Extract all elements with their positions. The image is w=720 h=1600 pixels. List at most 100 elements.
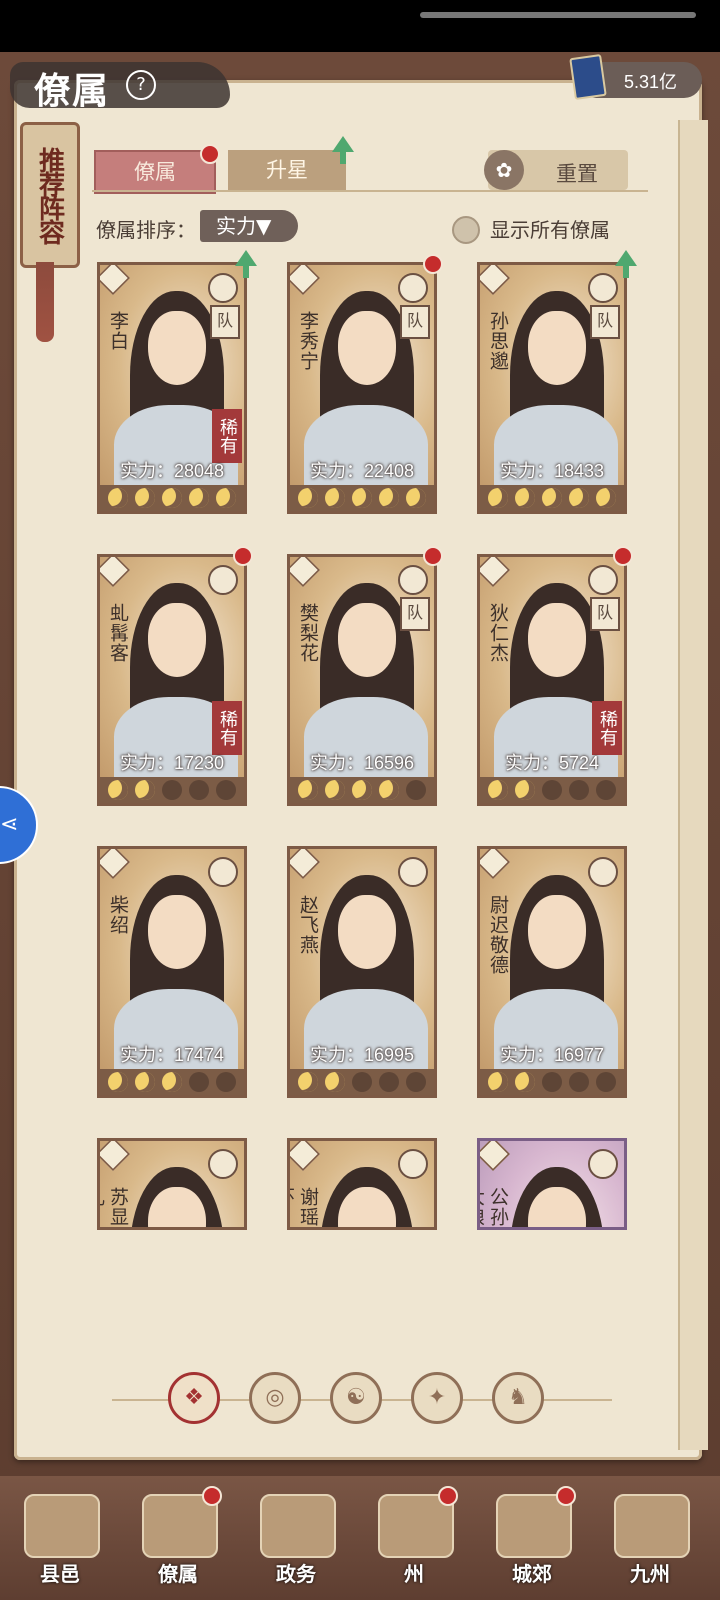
portrait-face [338,311,396,385]
staff-card[interactable]: 狄仁杰 队 稀有 实力：5724 [477,554,627,806]
staff-card[interactable]: 李白 队 稀有 实力：28048 [97,262,247,514]
star-icon [406,488,427,508]
upgrade-arrow-icon [332,136,354,164]
tassel-ornament [36,262,54,342]
star-icon [324,1072,345,1092]
staff-card[interactable]: 柴绍 实力：17474 [97,846,247,1098]
currency-display[interactable]: 5.31亿 [569,53,702,101]
page-title: 僚属 [34,70,111,112]
tab-staff-badge [200,144,220,164]
reset-button[interactable]: ✿ 重置 [484,150,628,190]
staff-card[interactable]: 虬髯客 稀有 实力：17230 [97,554,247,806]
staff-name: 谢瑶环 [290,1187,319,1227]
civil-filter-icon[interactable]: ◎ [249,1372,301,1424]
staff-card[interactable]: 苏显儿 实力：16977 [97,1138,247,1230]
cat-filter-icon[interactable]: ☯ [330,1372,382,1424]
staff-card[interactable]: 孙思邈 队 实力：18433 [477,262,627,514]
show-all-checkbox[interactable] [452,216,480,244]
star-icon [541,780,562,800]
star-icon [189,488,210,508]
staff-card[interactable]: 樊梨花 队 实力：16596 [287,554,437,806]
star-icon [134,488,155,508]
star-icon [134,780,155,800]
recommend-lineup-tab[interactable]: 推荐阵容 [20,122,80,268]
nav-item[interactable]: 僚属 [130,1486,226,1588]
staff-name: 尉迟敬德 [487,895,509,975]
portrait-face [148,895,206,969]
nav-item[interactable]: 县邑 [12,1488,108,1588]
staff-power: 实力：28048 [119,461,225,481]
staff-card[interactable]: 尉迟敬德 实力：16977 [477,846,627,1098]
team-tag: 队 [210,305,240,339]
nav-item[interactable]: 城郊 [484,1486,580,1588]
star-icon [216,488,237,508]
staff-card[interactable]: 赵飞燕 实力：16995 [287,846,437,1098]
nav-label: 城郊 [512,1562,552,1586]
weapon-icon [208,273,238,303]
staff-name: 李白 [107,311,129,351]
tab-upgrade-star[interactable]: 升星 [228,150,346,190]
show-all-label[interactable]: 显示所有僚属 [490,214,610,243]
nav-label: 县邑 [40,1562,80,1586]
staff-power: 实力：17230 [119,753,225,773]
side-float-icon: ⋖ [0,812,19,837]
portrait-face [528,895,586,969]
rare-badge: 稀有 [592,701,622,755]
team-tag: 队 [400,305,430,339]
star-icon [487,780,508,800]
fan-filter-icon[interactable]: ✦ [411,1372,463,1424]
staff-card[interactable]: 公孙大娘 实力：14440 [477,1138,627,1230]
currency-value: 5.31亿 [624,72,678,92]
status-pill [420,12,696,18]
help-icon[interactable]: ? [126,70,156,100]
tab-staff[interactable]: 僚属 [94,150,216,194]
nav-label: 政务 [276,1562,316,1586]
star-row [290,485,434,511]
star-icon [596,488,617,508]
status-bar [0,0,720,52]
star-icon [297,1072,318,1092]
star-icon [514,1072,535,1092]
nav-badge [556,1486,576,1506]
nav-art-icon [614,1494,690,1558]
nav-item[interactable]: 九州 [602,1488,698,1588]
star-icon [569,488,590,508]
star-icon [379,780,400,800]
star-row [100,1069,244,1095]
star-icon [161,780,182,800]
staff-power: 实力：16977 [499,1045,605,1065]
staff-card[interactable]: 谢瑶环 实力：15398 [287,1138,437,1230]
star-icon [216,780,237,800]
star-row [480,777,624,803]
portrait-face [148,311,206,385]
star-icon [351,488,372,508]
star-row [100,777,244,803]
staff-name: 公孙大娘 [480,1187,509,1227]
beast-filter-icon[interactable]: ♞ [492,1372,544,1424]
weapon-icon [398,565,428,595]
portrait-face [528,603,586,677]
star-icon [487,1072,508,1092]
staff-name: 虬髯客 [107,603,129,663]
staff-card[interactable]: 李秀宁 队 实力：22408 [287,262,437,514]
portrait-face [148,603,206,677]
staff-power: 实力：5724 [504,753,600,773]
all-filter-icon[interactable]: ❖ [168,1372,220,1424]
filter-bar: ❖ ◎ ☯ ✦ ♞ [112,1372,612,1428]
staff-name: 柴绍 [107,895,129,935]
staff-name: 孙思邈 [487,311,509,371]
sort-dropdown[interactable]: 实力▼ [200,210,298,242]
nav-item[interactable]: 州 [366,1486,462,1588]
tab-divider [92,190,648,192]
book-icon [569,53,607,101]
star-icon [541,488,562,508]
star-icon [514,780,535,800]
star-icon [379,488,400,508]
star-icon [134,1072,155,1092]
reset-icon: ✿ [484,150,524,190]
bottom-navigation: 县邑 僚属 政务 州 城郊 九州 [0,1476,720,1600]
star-icon [514,488,535,508]
rare-badge: 稀有 [212,409,242,463]
nav-item[interactable]: 政务 [248,1488,344,1588]
star-icon [379,1072,400,1092]
